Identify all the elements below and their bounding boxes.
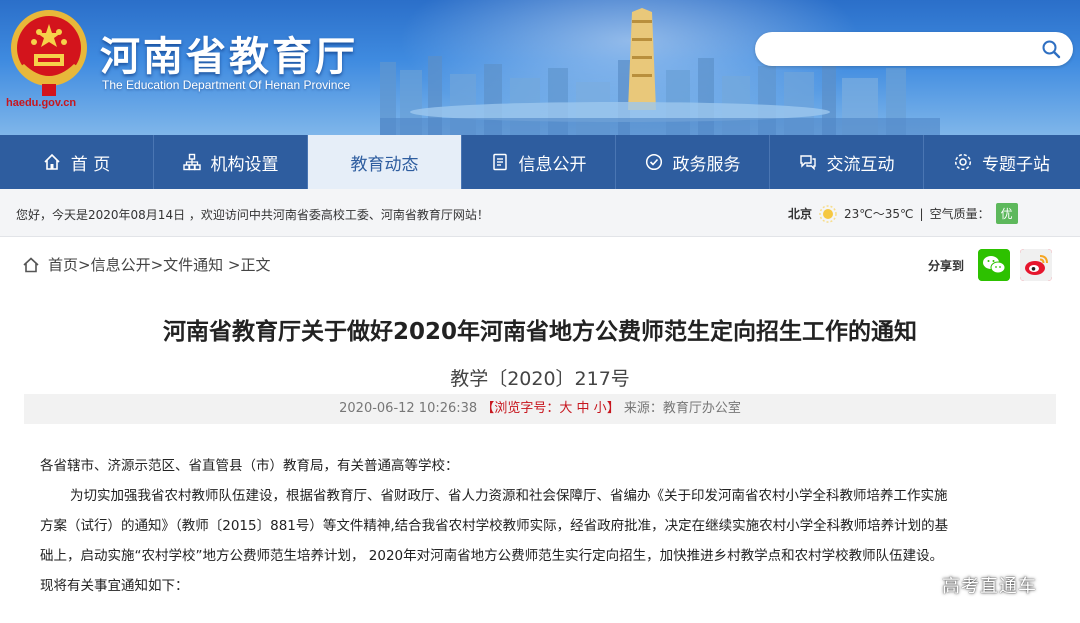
- site-subtitle: The Education Department Of Henan Provin…: [102, 78, 351, 92]
- article-source: 来源：教育厅办公室: [623, 401, 741, 416]
- font-size-suffix: 】: [606, 401, 620, 416]
- nav-item-interact[interactable]: 交流互动: [770, 135, 924, 189]
- greeting-text: 您好，今天是2020年08月14日 ，欢迎访问中共河南省委高校工委、河南省教育厅…: [16, 208, 489, 222]
- weibo-share-icon[interactable]: [1020, 249, 1053, 281]
- search-input[interactable]: [755, 32, 1073, 66]
- document-icon: [492, 153, 507, 171]
- article-body: 各省辖市、济源示范区、省直管县（市）教育局，有关普通高等学校： 为切实加强我省农…: [40, 451, 1040, 601]
- nav-item-label: 信息公开: [518, 154, 587, 175]
- divider: |: [919, 206, 924, 221]
- breadcrumb: 首页 >信息公开>文件通知 >正文: [22, 254, 271, 275]
- publish-datetime: 2020-06-12 10:26:38: [339, 401, 478, 416]
- paragraph-line: 为切实加强我省农村教师队伍建设，根据省教育厅、省财政厅、省人力资源和社会保障厅、…: [70, 488, 948, 504]
- watermark-text: 高考直通车: [942, 576, 1037, 597]
- font-size-large[interactable]: 大: [559, 401, 572, 416]
- font-size-medium[interactable]: 中: [577, 401, 590, 416]
- chat-icon: [799, 155, 816, 171]
- nav-item-label: 机构设置: [210, 154, 279, 175]
- nav-item-home[interactable]: 首 页: [0, 135, 154, 189]
- weather-temp: 23℃～35℃: [844, 207, 914, 221]
- sun-icon: [819, 204, 837, 223]
- breadcrumb-home-link[interactable]: 首页: [48, 254, 78, 275]
- nav-item-service[interactable]: 政务服务: [616, 135, 770, 189]
- paragraph-line: 础上，启动实施“农村学校”地方公费师范生培养计划， 2020年对河南省地方公费师…: [40, 548, 944, 564]
- home-icon: [44, 153, 60, 170]
- header-banner: haedu.gov.cn 河南省教育厅 The Education Depart…: [0, 0, 1080, 135]
- air-quality-badge: 优: [995, 203, 1018, 224]
- org-icon: [182, 153, 201, 171]
- paragraph-salutation: 各省辖市、济源示范区、省直管县（市）教育局，有关普通高等学校：: [40, 458, 459, 474]
- nav-item-label: 教育动态: [350, 154, 419, 175]
- share-label: 分享到: [928, 258, 965, 273]
- wechat-share-icon[interactable]: [978, 249, 1011, 281]
- site-title[interactable]: 河南省教育厅: [100, 24, 358, 82]
- main-nav: 首 页 机构设置 教育动态 信息公开 政务服务 交流互动 专题子站: [0, 135, 1080, 189]
- nav-item-label: 首 页: [70, 154, 111, 175]
- search-icon[interactable]: [1041, 39, 1061, 59]
- nav-item-label: 专题子站: [982, 154, 1050, 175]
- home-icon: [23, 256, 39, 272]
- article-meta: 2020-06-12 10:26:38 【浏览字号：大 中 小】 来源：教育厅办…: [24, 394, 1056, 424]
- weather-city: 北京: [788, 207, 813, 221]
- nav-item-news[interactable]: 教育动态: [308, 135, 462, 189]
- service-icon: [645, 153, 662, 171]
- air-quality-label: 空气质量：: [929, 207, 990, 221]
- site-url: haedu.gov.cn: [6, 97, 77, 109]
- article-title: 河南省教育厅关于做好2020年河南省地方公费师范生定向招生工作的通知: [162, 319, 917, 345]
- font-size-selector: 【浏览字号：大 中 小】: [481, 401, 624, 416]
- breadcrumb-bar: 首页 >信息公开>文件通知 >正文 分享到: [0, 238, 1080, 288]
- topic-icon: [954, 153, 972, 171]
- nav-item-org[interactable]: 机构设置: [154, 135, 308, 189]
- share-bar: 分享到: [928, 249, 1053, 281]
- document-number: 教学〔2020〕217号: [450, 368, 630, 390]
- greeting-bar: 您好，今天是2020年08月14日 ，欢迎访问中共河南省委高校工委、河南省教育厅…: [0, 189, 1080, 237]
- nav-item-label: 交流互动: [826, 154, 895, 175]
- nav-item-label: 政务服务: [672, 154, 741, 175]
- national-emblem-icon: [11, 10, 87, 96]
- city-skyline-image: [380, 8, 940, 135]
- weather-widget: 北京 23℃～35℃ | 空气质量： 优: [788, 203, 1018, 224]
- paragraph-line: 方案（试行）的通知》（教师〔2015〕881号）等文件精神,结合我省农村学校教师…: [40, 518, 949, 534]
- font-size-prefix: 【浏览字号：: [481, 401, 560, 416]
- nav-item-info[interactable]: 信息公开: [462, 135, 616, 189]
- breadcrumb-path[interactable]: >信息公开>文件通知 >正文: [78, 254, 270, 275]
- paragraph-line: 现将有关事宜通知如下：: [40, 578, 189, 594]
- nav-item-topic[interactable]: 专题子站: [924, 135, 1080, 189]
- font-size-small[interactable]: 小: [594, 401, 607, 416]
